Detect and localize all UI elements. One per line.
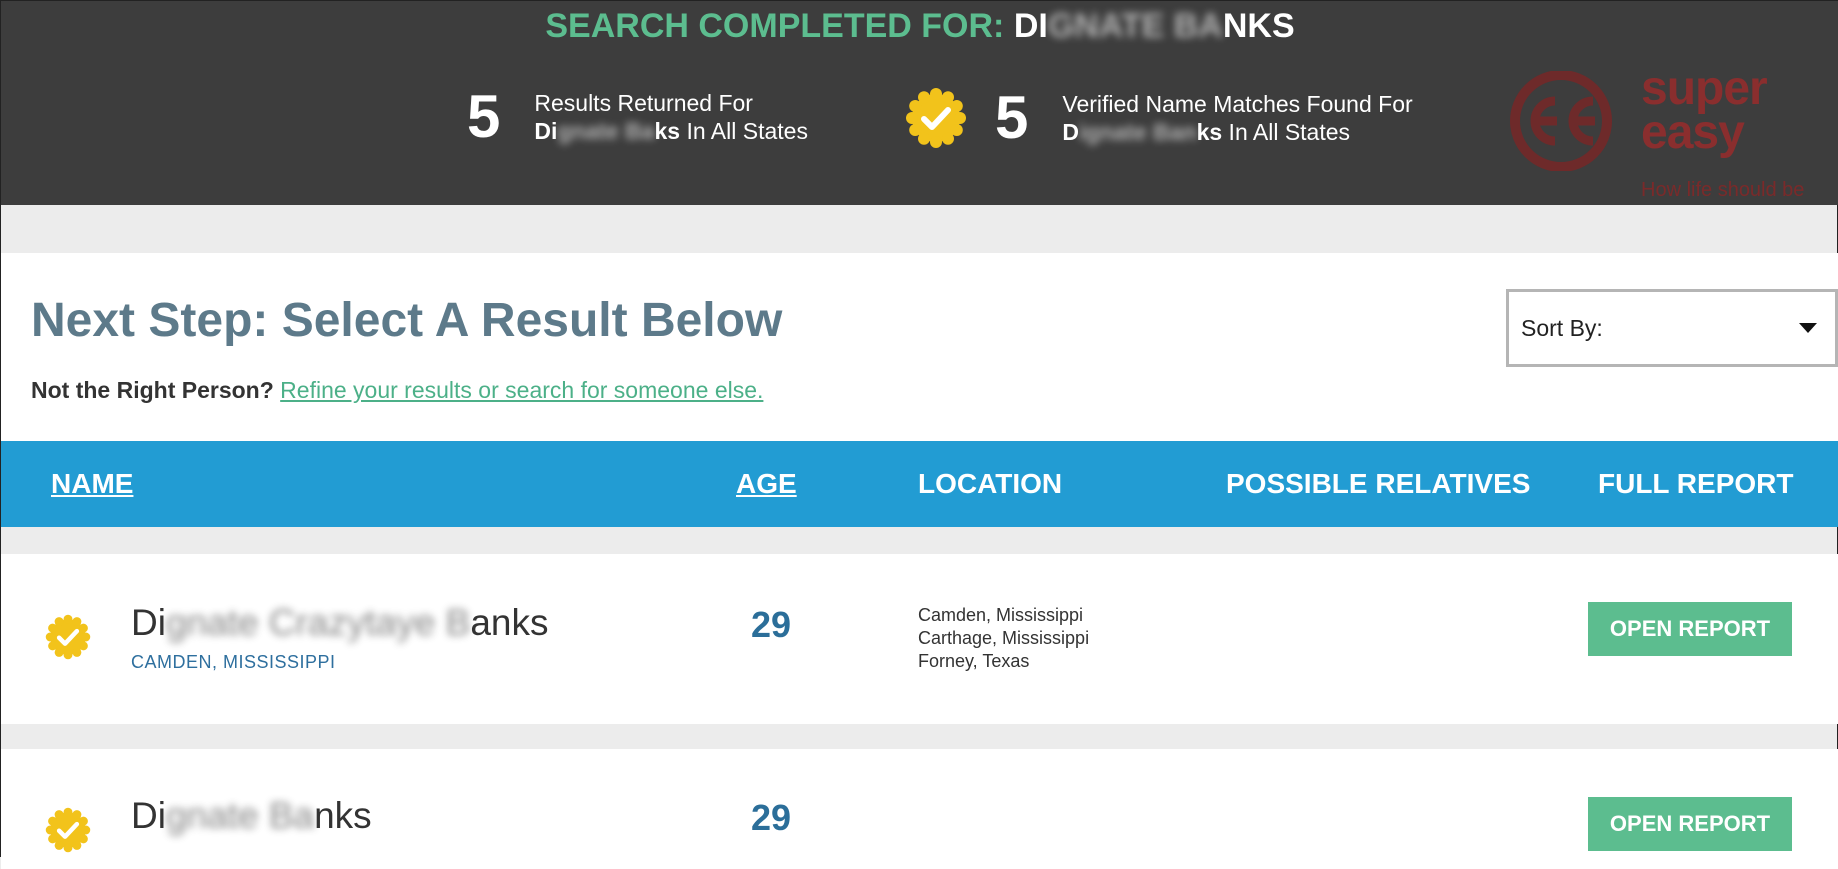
logo-tagline: How life should be [1641, 179, 1805, 201]
search-title-prefix: SEARCH COMPLETED FOR: [545, 7, 1014, 45]
verified-name-end: ks [1196, 119, 1223, 145]
result-row: Dignate Crazytaye Banks CAMDEN, MISSISSI… [1, 554, 1838, 724]
results-table-header: NAME AGE LOCATION POSSIBLE RELATIVES FUL… [1, 441, 1838, 527]
results-suffix: In All States [680, 118, 808, 144]
result-name[interactable]: Dignate Banks [131, 795, 372, 837]
column-header-location: LOCATION [918, 468, 1063, 499]
result-name[interactable]: Dignate Crazytaye Banks [131, 602, 549, 644]
results-line2: Dignate Baks In All States [534, 117, 808, 145]
verified-description: Verified Name Matches Found For Dignate … [1062, 90, 1412, 146]
caret-down-icon [1799, 323, 1817, 333]
result-row: Dignate Banks 29 OPEN REPORT [1, 749, 1838, 869]
results-name-end: ks [654, 118, 681, 144]
column-header-relatives: POSSIBLE RELATIVES [1226, 468, 1531, 499]
result-name-end: nks [314, 795, 372, 836]
result-age: 29 [751, 797, 792, 838]
verified-matches-stat: 5 Verified Name Matches Found For Dignat… [905, 87, 1413, 149]
results-line1: Results Returned For [534, 90, 753, 116]
verified-line2: Dignate Banks In All States [1062, 118, 1412, 146]
results-count: 5 [467, 83, 501, 150]
refine-question: Not the Right Person? [31, 377, 274, 403]
column-header-name[interactable]: NAME [51, 468, 133, 500]
result-age: 29 [751, 604, 792, 645]
results-returned-stat: 5 Results Returned For Dignate Baks In A… [467, 87, 808, 147]
open-report-button[interactable]: OPEN REPORT [1588, 602, 1792, 656]
super-easy-logo: super easy How life should be [1497, 65, 1827, 203]
search-name-redacted: GNATE BA [1047, 7, 1223, 45]
result-name-end: anks [470, 602, 549, 643]
next-step-panel: Next Step: Select A Result Below Not the… [1, 253, 1838, 441]
result-location-item: Camden, Mississippi [918, 605, 1084, 625]
search-name-start: DI [1013, 7, 1048, 45]
search-summary-header: SEARCH COMPLETED FOR: DIGNATE BANKS 5 Re… [1, 1, 1838, 205]
result-location-item: Carthage, Mississippi [918, 628, 1090, 648]
super-easy-logo-mark [1510, 71, 1612, 171]
result-name-start: Di [131, 602, 166, 643]
result-city: CAMDEN, MISSISSIPPI [131, 652, 336, 672]
verified-suffix: In All States [1222, 119, 1351, 145]
search-title: SEARCH COMPLETED FOR: DIGNATE BANKS [1, 7, 1838, 46]
result-name-redacted: gnate Crazytaye B [165, 602, 471, 643]
verified-name-redacted: ignate Ban [1079, 119, 1197, 145]
sort-by-label: Sort By: [1521, 314, 1603, 341]
result-locations: Camden, Mississippi Carthage, Mississipp… [918, 604, 1089, 673]
result-name-redacted: gnate Ba [165, 795, 315, 836]
refine-search-link[interactable]: Refine your results or search for someon… [280, 377, 763, 403]
search-name-end: NKS [1222, 7, 1295, 45]
result-name-start: Di [131, 795, 166, 836]
results-name-redacted: gnate Ba [557, 118, 655, 144]
refine-prompt: Not the Right Person? Refine your result… [31, 377, 763, 404]
verified-count: 5 [995, 84, 1029, 151]
verified-name-start: D [1062, 119, 1079, 145]
logo-wordmark: super easy [1641, 62, 1768, 159]
verified-line1: Verified Name Matches Found For [1062, 91, 1413, 117]
results-description: Results Returned For Dignate Baks In All… [534, 89, 808, 145]
result-location-item: Forney, Texas [918, 651, 1030, 671]
check-badge-icon [905, 87, 967, 149]
open-report-button[interactable]: OPEN REPORT [1588, 797, 1792, 851]
column-header-age[interactable]: AGE [736, 468, 797, 500]
check-badge-icon [45, 807, 91, 853]
page-title: Next Step: Select A Result Below [31, 294, 783, 347]
results-name-start: Di [534, 118, 558, 144]
column-header-report: FULL REPORT [1598, 468, 1794, 499]
check-badge-icon [45, 614, 91, 660]
sort-by-select[interactable]: Sort By: [1506, 289, 1838, 367]
